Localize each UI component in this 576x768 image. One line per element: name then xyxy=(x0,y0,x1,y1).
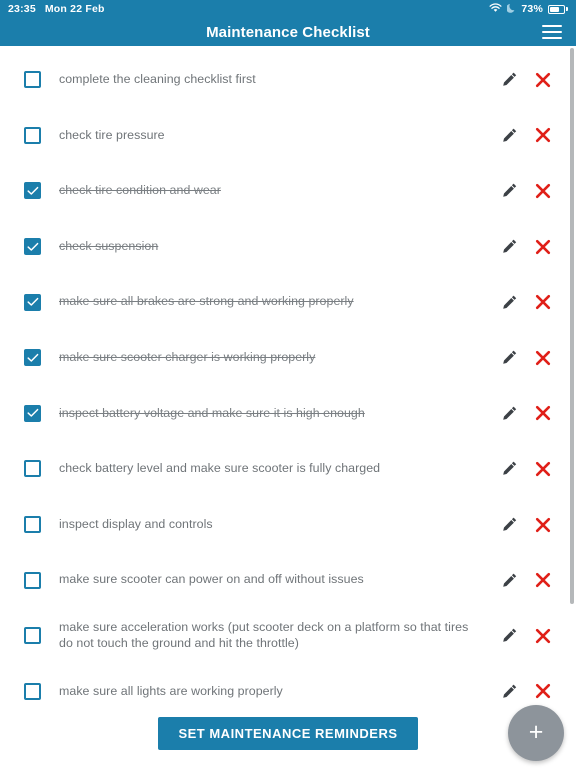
checklist-checkbox[interactable] xyxy=(24,293,41,311)
checklist-row: check tire condition and wear xyxy=(0,163,576,219)
pencil-icon[interactable] xyxy=(492,508,526,542)
checklist-checkbox[interactable] xyxy=(24,349,41,367)
status-bar-left: 23:35 Mon 22 Feb xyxy=(8,3,105,15)
checklist-checkbox[interactable] xyxy=(24,404,41,422)
pencil-icon[interactable] xyxy=(492,341,526,375)
pencil-icon[interactable] xyxy=(492,674,526,708)
scrollbar-thumb[interactable] xyxy=(570,48,574,604)
checklist-checkbox[interactable] xyxy=(24,182,41,200)
close-x-icon[interactable] xyxy=(526,452,560,486)
add-plus-icon: + xyxy=(528,717,544,746)
page-title: Maintenance Checklist xyxy=(206,23,370,41)
checklist-row: make sure scooter charger is working pro… xyxy=(0,329,576,386)
pencil-icon[interactable] xyxy=(492,563,526,597)
checklist-item-label: check suspension xyxy=(59,238,159,253)
checklist-row: make sure scooter can power on and off w… xyxy=(0,552,576,608)
close-x-icon[interactable] xyxy=(526,285,560,319)
checklist-row: check suspension xyxy=(0,218,576,275)
pencil-icon[interactable] xyxy=(492,452,526,486)
checklist-item-label: inspect battery voltage and make sure it… xyxy=(59,405,365,420)
close-x-icon[interactable] xyxy=(526,63,560,97)
close-x-icon[interactable] xyxy=(526,563,560,597)
battery-percent-label: 73% xyxy=(521,3,543,15)
close-x-icon[interactable] xyxy=(526,174,560,208)
checklist-item-label: check battery level and make sure scoote… xyxy=(59,461,381,476)
close-x-icon[interactable] xyxy=(526,118,560,152)
close-x-icon[interactable] xyxy=(526,396,560,430)
close-x-icon[interactable] xyxy=(526,674,560,708)
checklist-container: complete the cleaning checklist first che… xyxy=(0,46,576,768)
checklist-item-label: make sure acceleration works (put scoote… xyxy=(59,620,469,650)
checklist-checkbox[interactable] xyxy=(24,571,41,589)
checklist-checkbox[interactable] xyxy=(24,516,41,534)
app-bar: Maintenance Checklist xyxy=(0,18,576,46)
checklist-row: make sure all lights are working properl… xyxy=(0,663,576,720)
close-x-icon[interactable] xyxy=(526,230,560,264)
status-time: 23:35 xyxy=(8,3,36,15)
battery-icon xyxy=(548,4,568,14)
set-maintenance-reminders-button[interactable]: SET MAINTENANCE REMINDERS xyxy=(158,717,418,750)
checklist-item-label: make sure scooter can power on and off w… xyxy=(59,572,364,587)
checklist-item-label: complete the cleaning checklist first xyxy=(59,72,256,87)
close-x-icon[interactable] xyxy=(526,619,560,653)
checklist-row: inspect display and controls xyxy=(0,496,576,553)
close-x-icon[interactable] xyxy=(526,508,560,542)
checklist-row: inspect battery voltage and make sure it… xyxy=(0,385,576,442)
pencil-icon[interactable] xyxy=(492,619,526,653)
wifi-icon xyxy=(489,2,502,16)
pencil-icon[interactable] xyxy=(492,285,526,319)
checklist-row: check battery level and make sure scoote… xyxy=(0,441,576,497)
checklist-row: make sure acceleration works (put scoote… xyxy=(0,607,576,664)
checklist-row: check tire pressure xyxy=(0,107,576,164)
checklist-row: complete the cleaning checklist first xyxy=(0,52,576,108)
checklist-checkbox[interactable] xyxy=(24,627,41,645)
pencil-icon[interactable] xyxy=(492,63,526,97)
do-not-disturb-moon-icon xyxy=(506,3,516,16)
checklist-checkbox[interactable] xyxy=(24,682,41,700)
pencil-icon[interactable] xyxy=(492,396,526,430)
hamburger-menu-icon[interactable] xyxy=(542,24,562,40)
checklist-item-label: make sure all brakes are strong and work… xyxy=(59,294,354,309)
cta-container: SET MAINTENANCE REMINDERS xyxy=(0,717,576,750)
status-bar-right: 73% xyxy=(489,2,568,16)
checklist: complete the cleaning checklist first che… xyxy=(0,46,576,720)
checklist-checkbox[interactable] xyxy=(24,238,41,256)
status-date: Mon 22 Feb xyxy=(44,3,105,15)
close-x-icon[interactable] xyxy=(526,341,560,375)
checklist-item-label: inspect display and controls xyxy=(59,516,213,531)
checklist-item-label: make sure all lights are working properl… xyxy=(59,683,283,698)
checklist-row: make sure all brakes are strong and work… xyxy=(0,274,576,330)
pencil-icon[interactable] xyxy=(492,230,526,264)
pencil-icon[interactable] xyxy=(492,118,526,152)
checklist-checkbox[interactable] xyxy=(24,71,41,89)
add-task-fab[interactable]: + xyxy=(508,705,564,761)
pencil-icon[interactable] xyxy=(492,174,526,208)
checklist-checkbox[interactable] xyxy=(24,126,41,144)
status-bar: 23:35 Mon 22 Feb 73% xyxy=(0,0,576,18)
checklist-item-label: check tire condition and wear xyxy=(59,183,221,198)
checklist-item-label: check tire pressure xyxy=(59,127,165,142)
checklist-item-label: make sure scooter charger is working pro… xyxy=(59,350,316,365)
scrollbar[interactable] xyxy=(570,46,574,768)
checklist-checkbox[interactable] xyxy=(24,460,41,478)
